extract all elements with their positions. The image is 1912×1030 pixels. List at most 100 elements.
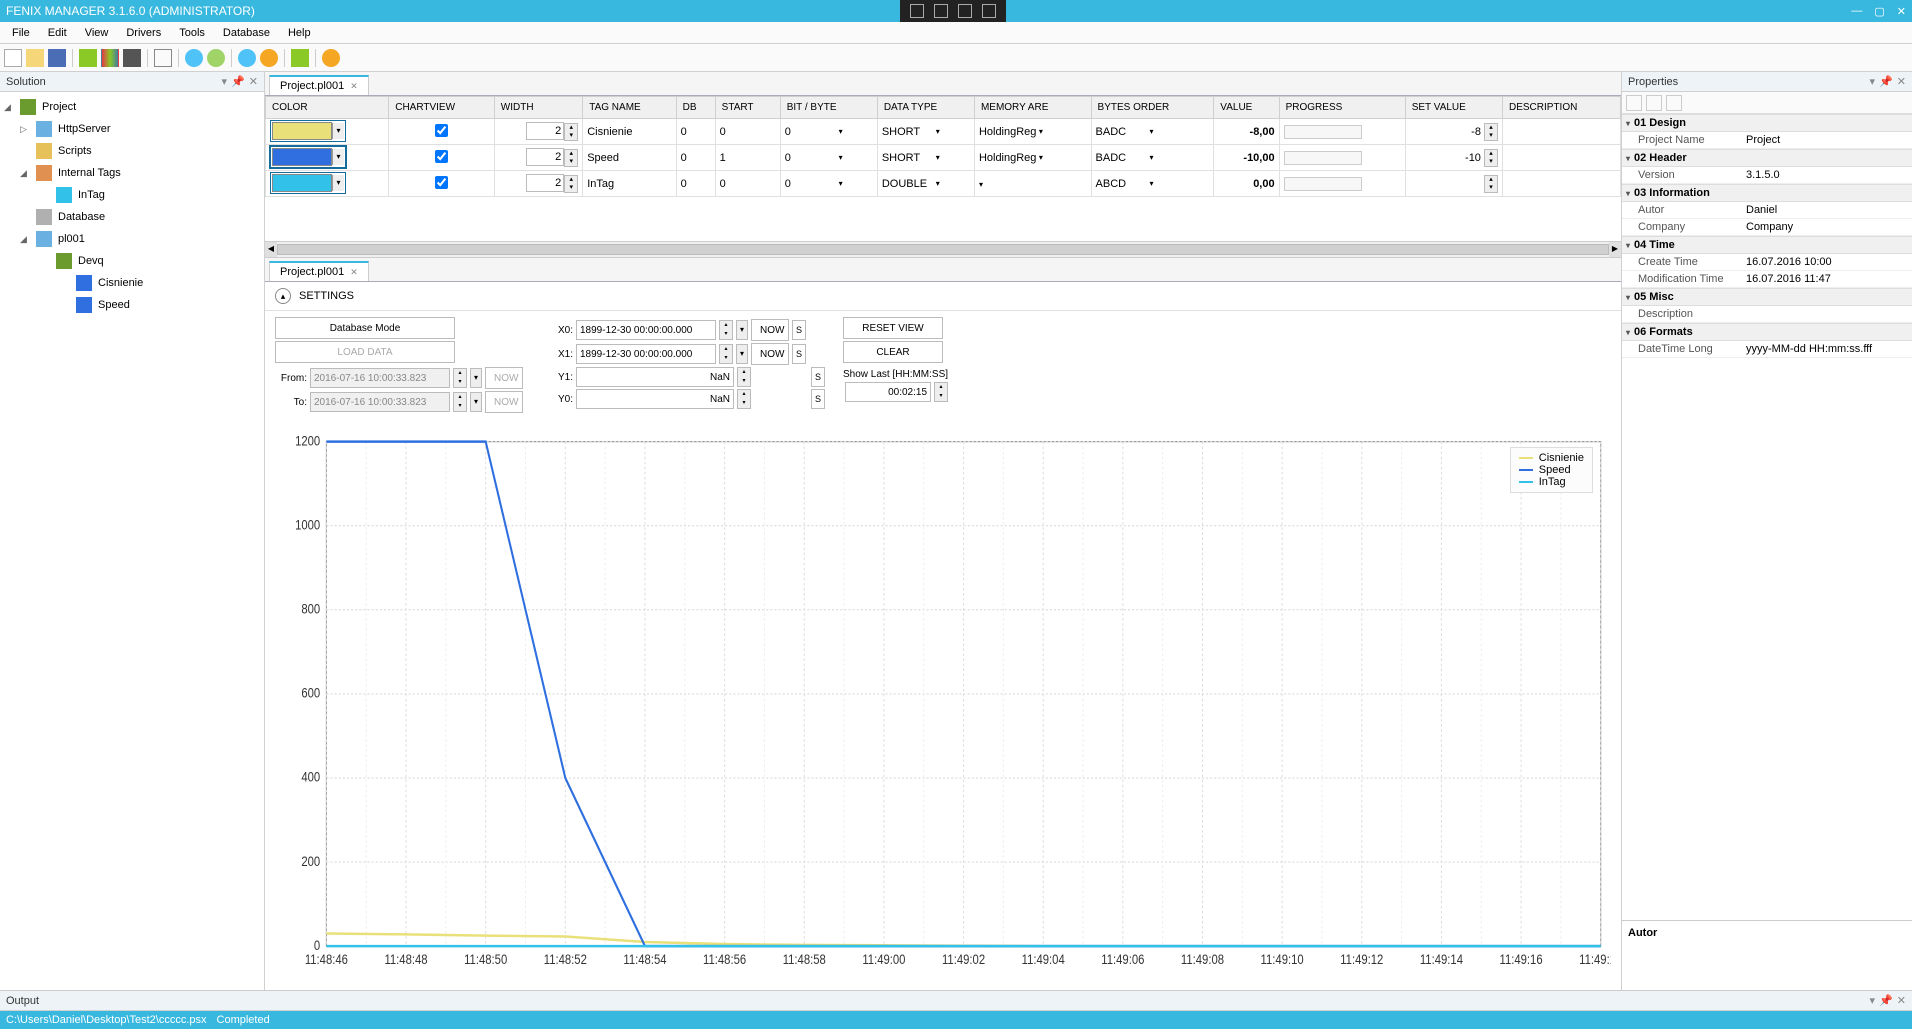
pin-icon[interactable]: 📌	[231, 75, 245, 88]
sort-icon[interactable]	[1646, 95, 1662, 111]
from-dropdown[interactable]: ▾	[470, 368, 482, 388]
menu-file[interactable]: File	[4, 25, 38, 41]
setvalue-cell[interactable]: -10	[1465, 151, 1481, 163]
tree-cisnienie[interactable]: Cisnienie	[0, 272, 264, 294]
menu-view[interactable]: View	[77, 25, 117, 41]
x1-now-button[interactable]: NOW	[751, 343, 789, 365]
fast-icon[interactable]	[260, 49, 278, 67]
grid-scrollbar[interactable]: ◀ ▶	[265, 241, 1621, 257]
prop-value[interactable]: 16.07.2016 11:47	[1742, 271, 1912, 287]
prop-group[interactable]: ▾06 Formats	[1622, 323, 1912, 341]
to-spinner[interactable]: ▴▾	[453, 392, 467, 412]
x1-spinner[interactable]: ▴▾	[719, 344, 733, 364]
prop-row[interactable]: Project NameProject	[1622, 132, 1912, 149]
grid-header[interactable]: CHARTVIEW	[389, 97, 495, 119]
width-spinner[interactable]: ▴▾	[564, 123, 578, 141]
prop-value[interactable]	[1742, 306, 1912, 322]
grid-header[interactable]: PROGRESS	[1279, 97, 1405, 119]
menu-help[interactable]: Help	[280, 25, 319, 41]
bytesorder-select[interactable]: BADC▾	[1096, 126, 1154, 138]
grid-row[interactable]: ▾▴▾Cisnienie000▾SHORT▾HoldingReg▾BADC▾-8…	[266, 119, 1621, 145]
prop-row[interactable]: Description	[1622, 306, 1912, 323]
tab-close-icon[interactable]: ✕	[350, 267, 358, 278]
setvalue-spinner[interactable]: ▴▾	[1484, 123, 1498, 141]
prop-group[interactable]: ▾05 Misc	[1622, 288, 1912, 306]
pin-icon[interactable]: 📌	[1879, 75, 1893, 88]
overlay-icon[interactable]	[958, 4, 972, 18]
close-panel-icon[interactable]: ✕	[249, 75, 258, 88]
forward-icon[interactable]	[238, 49, 256, 67]
grid-header[interactable]: START	[715, 97, 780, 119]
refresh-icon[interactable]	[291, 49, 309, 67]
prop-group[interactable]: ▾01 Design	[1622, 114, 1912, 132]
panel-menu-icon[interactable]: ▾	[1870, 75, 1876, 88]
grid-header[interactable]: DATA TYPE	[877, 97, 974, 119]
prop-row[interactable]: Modification Time16.07.2016 11:47	[1622, 271, 1912, 288]
to-input[interactable]	[310, 392, 450, 412]
load-data-button[interactable]: LOAD DATA	[275, 341, 455, 363]
settings-header[interactable]: ▴ SETTINGS	[265, 282, 1621, 311]
from-spinner[interactable]: ▴▾	[453, 368, 467, 388]
bitbyte-select[interactable]: 0▾	[785, 126, 843, 138]
reset-view-button[interactable]: RESET VIEW	[843, 317, 943, 339]
database-mode-button[interactable]: Database Mode	[275, 317, 455, 339]
setvalue-cell[interactable]: -8	[1471, 125, 1481, 137]
to-now-button[interactable]: NOW	[485, 391, 523, 413]
prop-row[interactable]: AutorDaniel	[1622, 202, 1912, 219]
color-picker[interactable]: ▾	[270, 172, 346, 194]
tree-speed[interactable]: Speed	[0, 294, 264, 316]
chartview-checkbox[interactable]	[435, 150, 448, 163]
tab-projectpl001-top[interactable]: Project.pl001✕	[269, 75, 369, 95]
solution-tree[interactable]: ◢Project ▷HttpServer Scripts ◢Internal T…	[0, 92, 264, 990]
grid-header[interactable]: SET VALUE	[1405, 97, 1502, 119]
chartview-checkbox[interactable]	[435, 124, 448, 137]
grid-header[interactable]: MEMORY ARE	[974, 97, 1091, 119]
grid-header[interactable]: VALUE	[1214, 97, 1279, 119]
y1-spinner[interactable]: ▴▾	[737, 367, 751, 387]
new-icon[interactable]	[4, 49, 22, 67]
grid-header[interactable]: DESCRIPTION	[1503, 97, 1621, 119]
run-icon[interactable]	[207, 49, 225, 67]
width-input[interactable]	[526, 122, 564, 140]
prop-value[interactable]: Daniel	[1742, 202, 1912, 218]
x0-spinner[interactable]: ▴▾	[719, 320, 733, 340]
play-icon[interactable]	[185, 49, 203, 67]
bytesorder-select[interactable]: BADC▾	[1096, 152, 1154, 164]
scroll-thumb[interactable]	[277, 244, 1609, 255]
x1-dropdown[interactable]: ▾	[736, 344, 748, 364]
prop-row[interactable]: DateTime Longyyyy-MM-dd HH:mm:ss.fff	[1622, 341, 1912, 358]
from-now-button[interactable]: NOW	[485, 367, 523, 389]
x1-input[interactable]	[576, 344, 716, 364]
grid-header[interactable]: DB	[676, 97, 715, 119]
overlay-icon[interactable]	[982, 4, 996, 18]
overlay-icon[interactable]	[910, 4, 924, 18]
showlast-input[interactable]	[845, 382, 931, 402]
close-button[interactable]: ✕	[1897, 5, 1906, 18]
prop-group[interactable]: ▾03 Information	[1622, 184, 1912, 202]
grid-row[interactable]: ▾▴▾InTag000▾DOUBLE▾▾ABCD▾0,00 ▴▾	[266, 171, 1621, 197]
y1-input[interactable]	[576, 367, 734, 387]
prop-group[interactable]: ▾02 Header	[1622, 149, 1912, 167]
db-color-icon[interactable]	[101, 49, 119, 67]
menu-tools[interactable]: Tools	[171, 25, 213, 41]
setvalue-spinner[interactable]: ▴▾	[1484, 149, 1498, 167]
collapse-icon[interactable]: ▴	[275, 288, 291, 304]
maximize-button[interactable]: ▢	[1874, 5, 1884, 18]
close-panel-icon[interactable]: ✕	[1897, 75, 1906, 88]
tree-project[interactable]: ◢Project	[0, 96, 264, 118]
y0-input[interactable]	[576, 389, 734, 409]
tree-internaltags[interactable]: ◢Internal Tags	[0, 162, 264, 184]
menu-database[interactable]: Database	[215, 25, 278, 41]
color-picker[interactable]: ▾	[270, 120, 346, 142]
bitbyte-select[interactable]: 0▾	[785, 178, 843, 190]
color-picker[interactable]: ▾	[270, 146, 346, 168]
memory-select[interactable]: HoldingReg▾	[979, 126, 1043, 138]
width-spinner[interactable]: ▴▾	[564, 149, 578, 167]
prop-group[interactable]: ▾04 Time	[1622, 236, 1912, 254]
from-input[interactable]	[310, 368, 450, 388]
properties-grid[interactable]: ▾01 DesignProject NameProject▾02 HeaderV…	[1622, 114, 1912, 920]
clear-button[interactable]: CLEAR	[843, 341, 943, 363]
tree-database[interactable]: Database	[0, 206, 264, 228]
showlast-spinner[interactable]: ▴▾	[934, 382, 948, 402]
datatype-select[interactable]: SHORT▾	[882, 126, 940, 138]
